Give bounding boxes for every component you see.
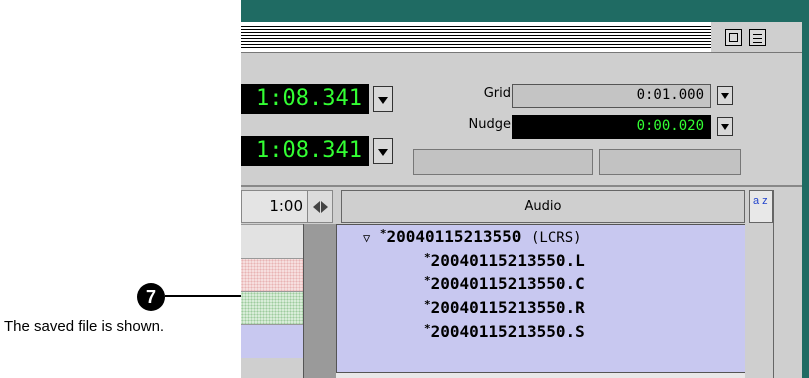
track-lane-red — [241, 258, 303, 291]
sort-az-button[interactable]: a z — [749, 190, 773, 223]
selection-field — [599, 149, 741, 175]
region-tag: (LCRS) — [531, 230, 582, 246]
title-bar[interactable] — [241, 22, 711, 52]
chevron-down-icon — [378, 149, 388, 156]
chevron-down-icon — [378, 97, 388, 104]
main-counter[interactable]: 1:08.341 — [241, 84, 369, 114]
grid-label: Grid — [483, 86, 511, 101]
grid-value-field[interactable]: 0:01.000 — [512, 84, 711, 108]
region-parent-item[interactable]: ▽ *20040115213550 (LCRS) — [363, 227, 582, 246]
grid-dropdown[interactable] — [717, 86, 733, 105]
region-name: 20040115213550.L — [430, 251, 585, 270]
timeline-ruler-label: 1:00 — [241, 190, 308, 223]
main-counter-dropdown[interactable] — [373, 86, 393, 112]
track-lane-blue — [241, 324, 303, 358]
region-child-item[interactable]: *20040115213550.R — [424, 298, 585, 317]
sub-counter[interactable]: 1:08.341 — [241, 136, 369, 166]
sort-az-icon: a z — [753, 195, 768, 207]
region-name: 20040115213550.C — [430, 274, 585, 293]
collapse-box-button[interactable] — [749, 29, 766, 46]
nudge-value-field[interactable]: 0:00.020 — [512, 115, 711, 139]
region-marker: * — [424, 251, 431, 264]
track-lane-green — [241, 291, 303, 324]
region-name: 20040115213550.R — [430, 298, 585, 317]
cursor-field — [413, 149, 593, 175]
region-list-bottom — [336, 372, 745, 378]
callout-number: 7 — [145, 287, 156, 307]
disclosure-triangle-icon[interactable]: ▽ — [363, 231, 370, 245]
nudge-label: Nudge — [468, 117, 511, 132]
regions-scrollbar[interactable] — [773, 190, 802, 378]
track-divider — [303, 224, 336, 378]
region-marker: * — [424, 274, 431, 287]
callout-caption: The saved file is shown. — [4, 318, 165, 335]
region-marker: * — [424, 322, 431, 335]
nudge-dropdown[interactable] — [717, 117, 733, 136]
region-child-item[interactable]: *20040115213550.S — [424, 322, 585, 341]
zoom-box-button[interactable] — [725, 29, 742, 46]
edit-area-divider — [241, 185, 802, 187]
region-name: 20040115213550.S — [430, 322, 585, 341]
toolbar-divider — [241, 52, 802, 53]
regions-header[interactable]: Audio — [341, 190, 745, 223]
track-lane — [241, 224, 303, 258]
ruler-scroll-icon[interactable] — [307, 190, 333, 223]
edit-window: 1:08.341 1:08.341 Grid 0:01.000 Nudge 0:… — [241, 22, 802, 378]
chevron-down-icon — [721, 124, 729, 130]
region-child-item[interactable]: *20040115213550.C — [424, 274, 585, 293]
chevron-down-icon — [721, 93, 729, 99]
region-name: 20040115213550 — [386, 227, 522, 246]
sub-counter-dropdown[interactable] — [373, 138, 393, 164]
region-marker: * — [424, 298, 431, 311]
region-child-item[interactable]: *20040115213550.L — [424, 251, 585, 270]
region-marker: * — [379, 227, 387, 240]
callout-badge: 7 — [137, 283, 165, 311]
